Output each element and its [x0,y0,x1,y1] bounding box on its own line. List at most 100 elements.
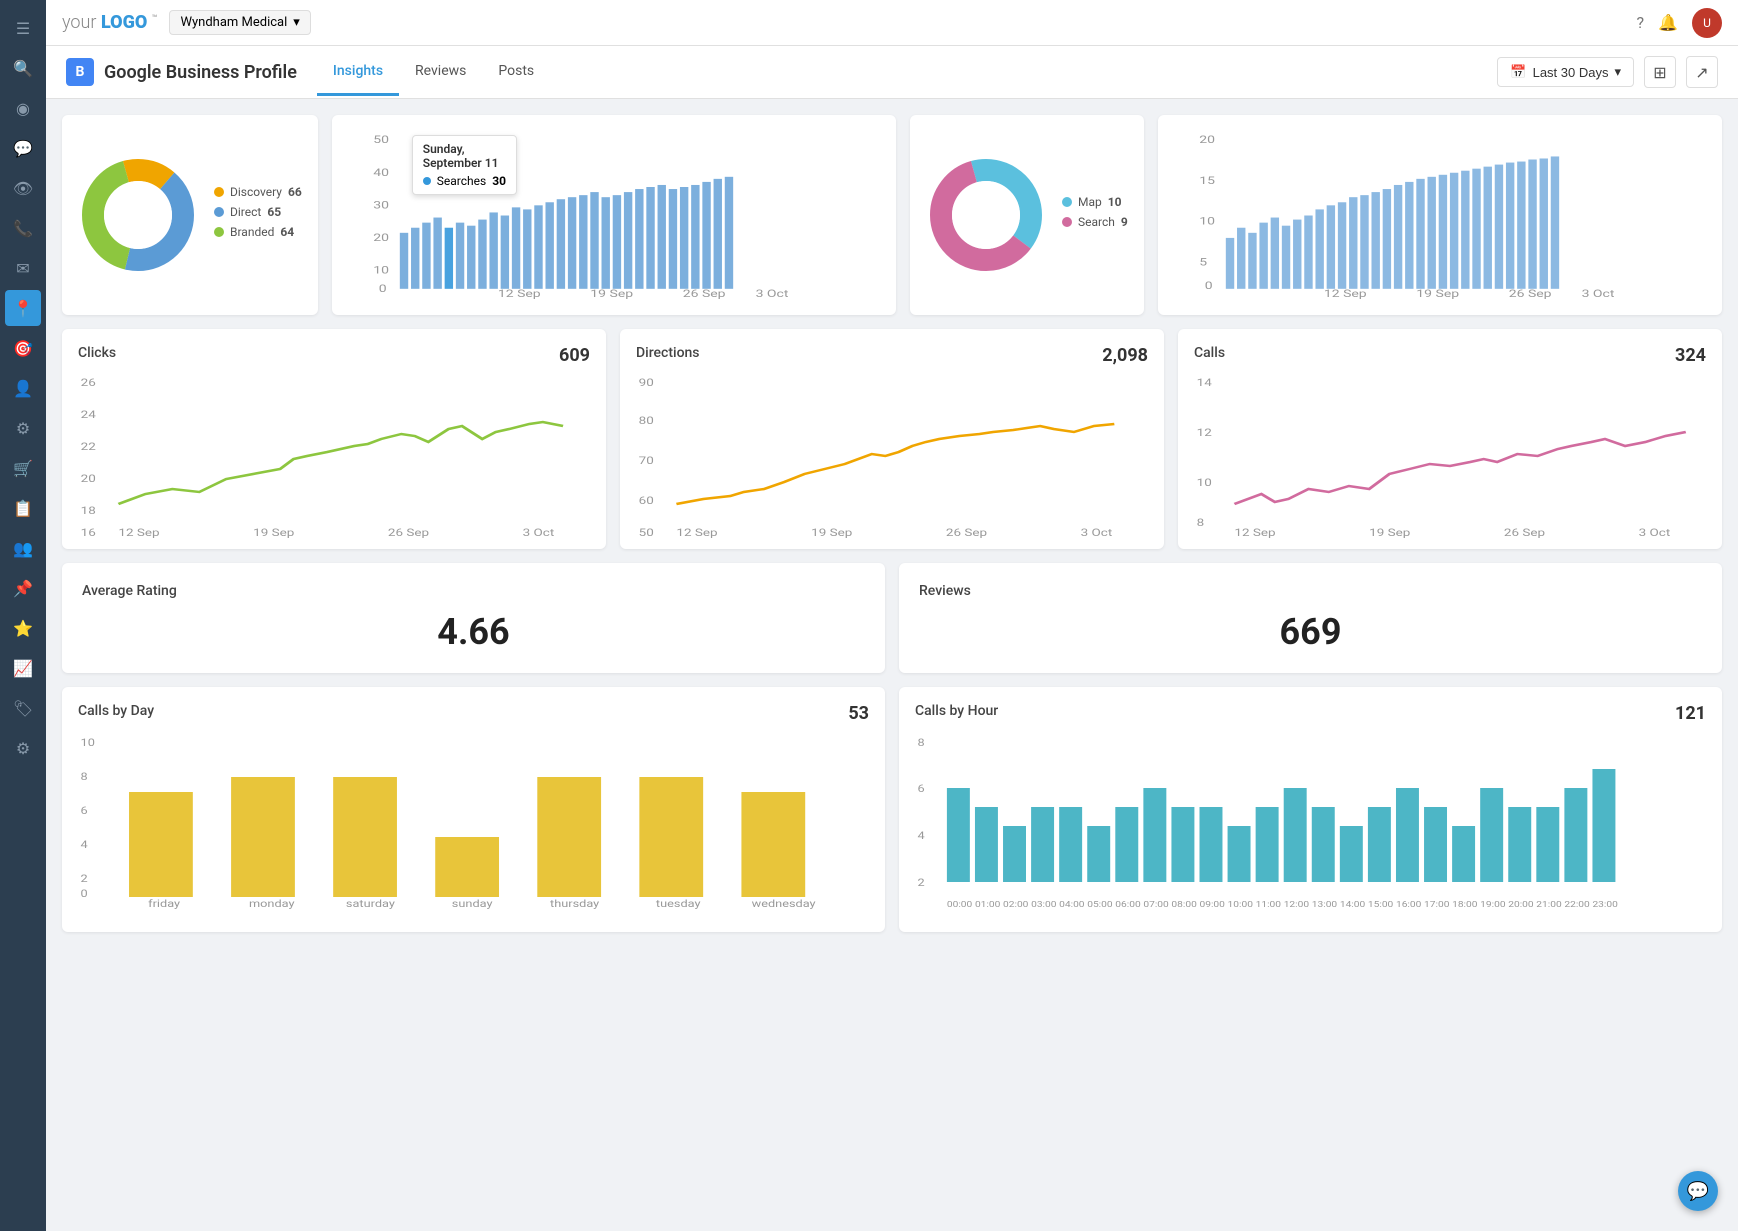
discovery-value: 66 [288,185,302,199]
svg-text:20: 20 [1199,134,1215,146]
svg-text:02:00: 02:00 [1003,901,1028,910]
notification-icon[interactable]: 🔔 [1658,13,1678,32]
sidebar: ☰ 🔍 ◉ 💬 👁 📞 ✉ 📍 🎯 👤 ⚙ 🛒 📋 👥 📌 ⭐ 📈 🏷 ⚙ [0,0,46,1231]
bar-21 [1536,807,1559,882]
search-label: Search [1078,215,1115,229]
bar-22 [1564,788,1587,882]
tab-insights[interactable]: Insights [317,49,399,96]
sidebar-chat-icon[interactable]: 💬 [5,130,41,166]
svg-text:monday: monday [249,897,295,909]
svg-text:21:00: 21:00 [1536,901,1561,910]
discovery-label: Discovery [230,185,282,199]
svg-text:90: 90 [639,377,654,389]
client-dropdown[interactable]: Wyndham Medical ▾ [169,10,310,35]
donut-chart-map [926,155,1046,275]
sidebar-team-icon[interactable]: 👥 [5,530,41,566]
bar-04 [1059,807,1082,882]
bar-20 [1508,807,1531,882]
sidebar-menu-icon[interactable]: ☰ [5,10,41,46]
sidebar-search-icon[interactable]: 🔍 [5,50,41,86]
sidebar-eye-icon[interactable]: 👁 [5,170,41,206]
tab-posts[interactable]: Posts [482,49,550,96]
svg-text:0: 0 [1205,280,1213,292]
svg-text:10: 10 [373,264,389,276]
bar-14 [1340,826,1363,882]
svg-text:8: 8 [1197,517,1205,529]
calls-by-hour-value: 121 [1675,703,1706,724]
svg-text:3 Oct: 3 Oct [1639,527,1671,539]
svg-text:sunday: sunday [452,897,493,909]
sidebar-target-icon[interactable]: 🎯 [5,330,41,366]
svg-text:11:00: 11:00 [1256,901,1281,910]
svg-text:08:00: 08:00 [1171,901,1196,910]
header-right: 📅 Last 30 Days ▾ ⊞ ↗ [1497,56,1718,88]
branded-label: Branded [230,225,274,239]
sidebar-mail-icon[interactable]: ✉ [5,250,41,286]
reviews-card: Reviews 669 [899,563,1722,673]
svg-text:14:00: 14:00 [1340,901,1365,910]
bar-13 [1312,807,1335,882]
main-content: your LOGO ™ Wyndham Medical ▾ ? 🔔 U B Go… [46,0,1738,1231]
client-name: Wyndham Medical [180,15,287,30]
discovery-dot [214,187,224,197]
svg-text:4: 4 [918,829,926,841]
bar-16 [1396,788,1419,882]
svg-text:19 Sep: 19 Sep [590,288,633,300]
map-search-card: Map 10 Search 9 [910,115,1144,315]
sidebar-gear-icon[interactable]: ⚙ [5,730,41,766]
avatar[interactable]: U [1692,8,1722,38]
bar-15 [1368,807,1391,882]
sidebar-chart-icon[interactable]: ◉ [5,90,41,126]
svg-text:26 Sep: 26 Sep [1509,288,1552,300]
sidebar-graph-icon[interactable]: 📈 [5,650,41,686]
calls-by-hour-header: Calls by Hour 121 [915,703,1706,724]
clicks-chart: 26 24 22 20 18 16 12 Sep 19 Sep 26 Sep 3… [78,374,590,544]
sidebar-map-icon[interactable]: 📍 [5,290,41,326]
chat-bubble[interactable]: 💬 [1678,1171,1718,1211]
sidebar-user-icon[interactable]: 👤 [5,370,41,406]
sidebar-star-icon[interactable]: ⭐ [5,610,41,646]
date-range-button[interactable]: 📅 Last 30 Days ▾ [1497,57,1634,87]
bar-23 [1592,769,1615,882]
legend-search: Search 9 [1062,215,1128,229]
bar-02 [1003,826,1026,882]
calls-by-day-title: Calls by Day [78,703,154,719]
bar-05 [1087,826,1110,882]
help-icon[interactable]: ? [1637,13,1645,32]
calls-by-hour-chart: 8 6 4 2 00:00 01:00 02:00 03:00 04:00 [915,732,1706,912]
svg-text:3 Oct: 3 Oct [1081,527,1113,539]
sidebar-phone-icon[interactable]: 📞 [5,210,41,246]
sidebar-cart-icon[interactable]: 🛒 [5,450,41,486]
svg-text:17:00: 17:00 [1424,901,1449,910]
svg-text:12 Sep: 12 Sep [498,288,541,300]
svg-text:19:00: 19:00 [1480,901,1505,910]
calls-title: Calls [1194,345,1225,361]
dropdown-caret-icon: ▾ [1614,64,1621,80]
bar-tuesday [639,777,703,897]
svg-text:16:00: 16:00 [1396,901,1421,910]
svg-text:10: 10 [1197,477,1212,489]
bar-18 [1452,826,1475,882]
sidebar-settings-icon[interactable]: ⚙ [5,410,41,446]
svg-text:2: 2 [918,876,926,888]
bar-00 [947,788,970,882]
sidebar-pin-icon[interactable]: 📌 [5,570,41,606]
svg-text:6: 6 [81,804,88,816]
bar-10 [1228,826,1251,882]
columns-icon[interactable]: ⊞ [1644,56,1676,88]
tab-reviews[interactable]: Reviews [399,49,482,96]
legend-direct: Direct 65 [214,205,302,219]
sidebar-tag-icon[interactable]: 🏷 [5,690,41,726]
branded-dot [214,227,224,237]
bar-09 [1200,807,1223,882]
map-value: 10 [1108,195,1122,209]
map-dot [1062,197,1072,207]
share-icon[interactable]: ↗ [1686,56,1718,88]
directions-header: Directions 2,098 [636,345,1148,366]
gbp-icon: B [66,58,94,86]
svg-text:10:00: 10:00 [1228,901,1253,910]
svg-text:16: 16 [81,527,97,539]
svg-text:18: 18 [81,505,97,517]
svg-text:18:00: 18:00 [1452,901,1477,910]
sidebar-clipboard-icon[interactable]: 📋 [5,490,41,526]
